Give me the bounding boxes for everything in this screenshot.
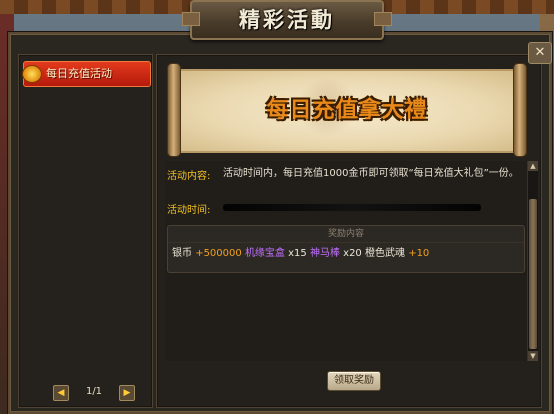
banner-title: 每日充值拿大禮 bbox=[266, 98, 428, 123]
reward-amount: x20 bbox=[343, 248, 362, 259]
hot-badge-icon bbox=[22, 65, 42, 83]
activity-details: 活动内容: 活动时间内，每日充值1000金币即可领取“每日充值大礼包”一份。 活… bbox=[165, 161, 527, 361]
banner-scroll: 每日充值拿大禮 bbox=[167, 63, 527, 157]
reward-amount: +500000 bbox=[195, 248, 242, 259]
time-value-redacted bbox=[223, 204, 481, 211]
window-title: 精彩活動 bbox=[239, 8, 335, 32]
close-icon[interactable]: ✕ bbox=[528, 42, 552, 64]
reward-list: 银币 +500000 机缘宝盒 x15 神马棒 x20 橙色武魂 +10 bbox=[172, 246, 429, 262]
activity-detail-panel: 每日充值拿大禮 活动内容: 活动时间内，每日充值1000金币即可领取“每日充值大… bbox=[156, 54, 542, 408]
reward-amount: +10 bbox=[408, 248, 430, 259]
reward-header: 奖励内容 bbox=[168, 226, 524, 243]
title-plate: 精彩活動 bbox=[182, 0, 392, 40]
time-label: 活动时间: bbox=[167, 205, 211, 216]
reward-amount: x15 bbox=[288, 248, 307, 259]
content-label: 活动内容: bbox=[167, 171, 211, 182]
scroll-down-icon[interactable]: ▼ bbox=[528, 351, 538, 361]
banner-paper: 每日充值拿大禮 bbox=[177, 69, 517, 153]
page-indicator: 1/1 bbox=[85, 386, 103, 397]
scroll-rod-left bbox=[167, 63, 181, 157]
details-scrollbar[interactable]: ▲ ▼ bbox=[527, 161, 538, 361]
page-next-button[interactable]: ▶ bbox=[119, 385, 135, 401]
reward-name: 橙色武魂 bbox=[365, 248, 405, 259]
scroll-rod-right bbox=[513, 63, 527, 157]
scroll-up-icon[interactable]: ▲ bbox=[528, 161, 538, 171]
reward-name: 银币 bbox=[172, 248, 192, 259]
reward-name: 机缘宝盒 bbox=[244, 248, 285, 259]
content-text: 活动时间内，每日充值1000金币即可领取“每日充值大礼包”一份。 bbox=[223, 168, 519, 179]
sidebar-item-daily-recharge[interactable]: 每日充值活动 bbox=[22, 61, 151, 87]
reward-box: 奖励内容 银币 +500000 机缘宝盒 x15 神马棒 x20 橙色武魂 +1… bbox=[167, 225, 525, 273]
activity-list-panel: 每日充值活动 ◀ 1/1 ▶ bbox=[18, 54, 153, 408]
sidebar-item-label: 每日充值活动 bbox=[46, 67, 112, 80]
scroll-thumb[interactable] bbox=[529, 199, 537, 349]
claim-reward-button[interactable]: 领取奖励 bbox=[327, 371, 381, 391]
events-window: 每日充值活动 ◀ 1/1 ▶ 每日充值拿大禮 活动内容: 活动时间内，每日充值1… bbox=[8, 32, 552, 414]
reward-name: 神马棒 bbox=[309, 248, 340, 259]
page-prev-button[interactable]: ◀ bbox=[53, 385, 69, 401]
